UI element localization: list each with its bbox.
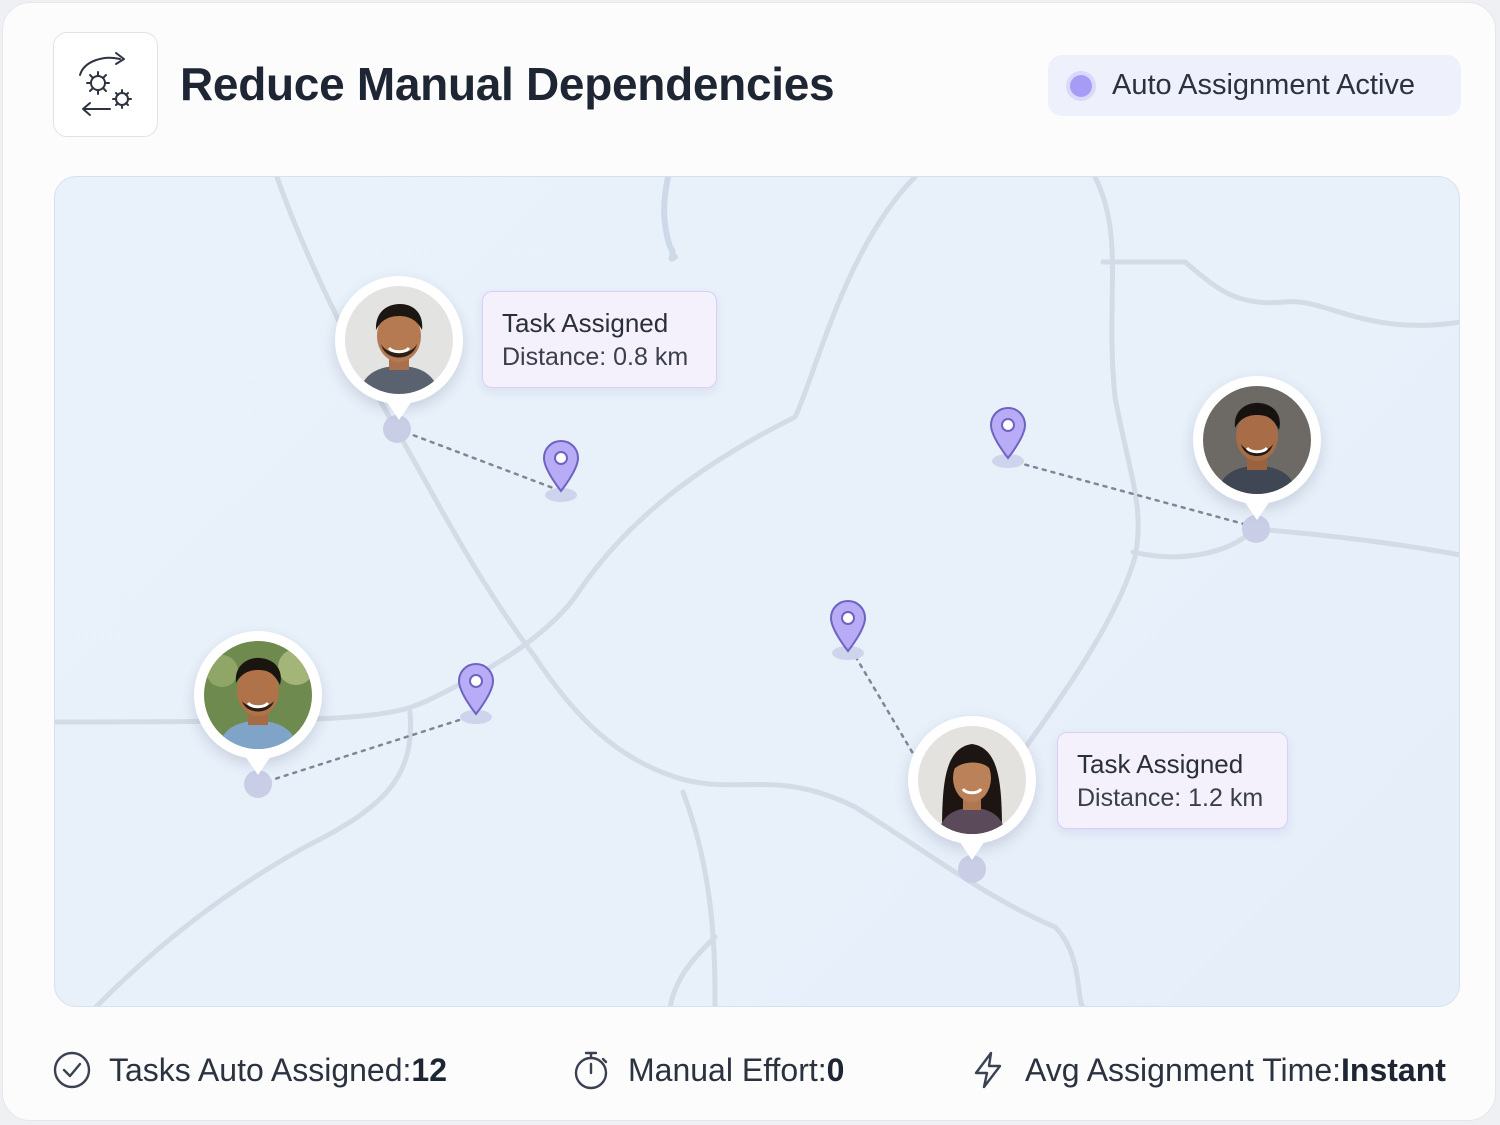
person-photo <box>918 726 1026 834</box>
stat-tasks-auto-assigned: Tasks Auto Assigned: 12 <box>52 1047 447 1093</box>
stopwatch-icon <box>574 1051 608 1090</box>
stat-label: Avg Assignment Time: <box>1025 1051 1341 1088</box>
lightning-icon <box>974 1051 1002 1089</box>
stat-value: 0 <box>826 1051 845 1088</box>
tooltip-title: Task Assigned <box>502 308 669 338</box>
page-title: Reduce Manual Dependencies <box>180 58 835 110</box>
assignment-tooltip: Task Assigned Distance: 0.8 km <box>482 291 717 388</box>
worker-avatar[interactable] <box>335 276 463 420</box>
person-photo <box>204 641 312 749</box>
stat-manual-effort: Manual Effort: 0 <box>571 1047 844 1093</box>
map-pin-icon[interactable] <box>829 599 867 655</box>
stat-label: Manual Effort: <box>628 1051 827 1088</box>
tooltip-distance: Distance: 1.2 km <box>1077 784 1264 812</box>
check-circle-icon <box>53 1051 91 1089</box>
stat-label: Tasks Auto Assigned: <box>109 1051 412 1088</box>
stat-value: 12 <box>411 1051 447 1088</box>
worker-avatar[interactable] <box>908 716 1036 860</box>
person-photo <box>1203 386 1311 494</box>
tooltip-distance: Distance: 0.8 km <box>502 343 689 371</box>
status-badge: Auto Assignment Active <box>1048 55 1461 116</box>
dashboard-card: Reduce Manual Dependencies Auto Assignme… <box>2 2 1496 1121</box>
map-pin-icon[interactable] <box>542 439 580 495</box>
map-pin-icon[interactable] <box>457 662 495 718</box>
stat-avg-assignment-time: Avg Assignment Time: Instant <box>968 1047 1446 1093</box>
tooltip-title: Task Assigned <box>1077 749 1244 779</box>
map-roads <box>55 177 1459 1006</box>
gears-sync-icon <box>78 51 132 116</box>
stat-value: Instant <box>1341 1051 1446 1088</box>
worker-avatar[interactable] <box>194 631 322 775</box>
person-photo <box>345 286 453 394</box>
logo-box <box>53 32 158 137</box>
status-dot <box>1070 74 1092 97</box>
map-view[interactable]: Task Assigned Distance: 0.8 km Task Assi… <box>54 176 1460 1007</box>
map-pin-icon[interactable] <box>989 406 1027 462</box>
assignment-tooltip: Task Assigned Distance: 1.2 km <box>1057 732 1288 829</box>
worker-avatar[interactable] <box>1193 376 1321 520</box>
status-text: Auto Assignment Active <box>1112 69 1416 101</box>
